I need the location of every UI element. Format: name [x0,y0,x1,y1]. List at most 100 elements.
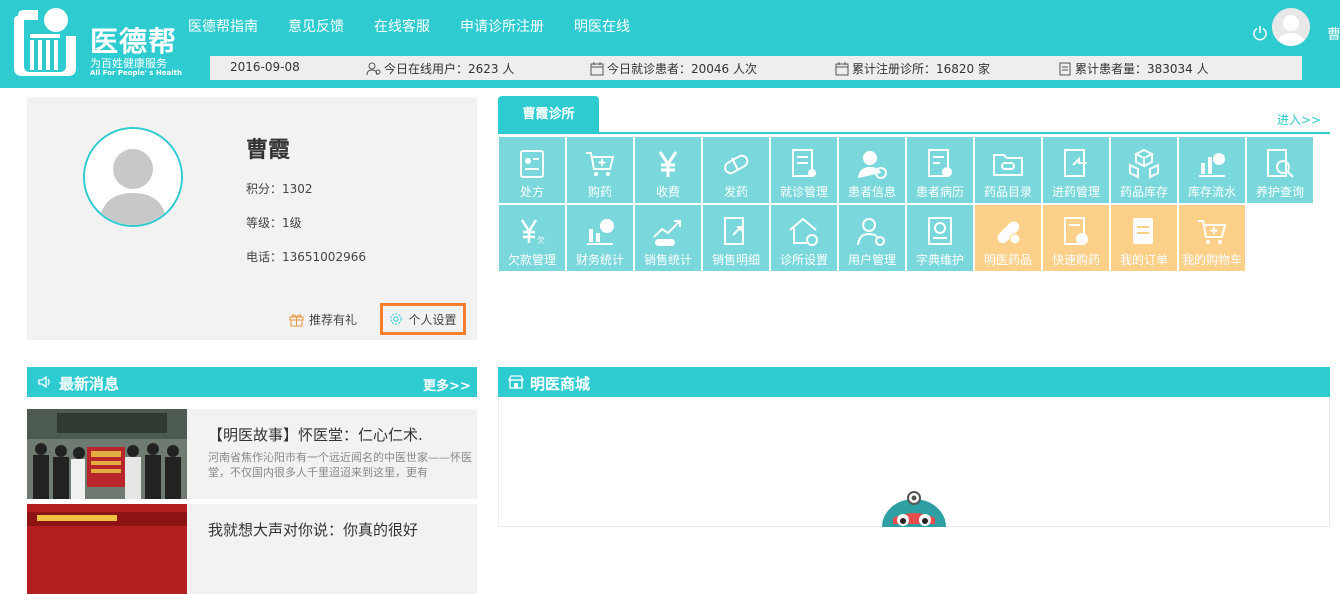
tile-pill[interactable]: 发药 [703,137,769,203]
news-more-link[interactable]: 更多>> [423,375,471,394]
tile-cart[interactable]: 购药 [567,137,633,203]
export-doc-icon [724,217,744,245]
tile-label: 销售统计 [643,253,692,267]
mascot-icon [882,491,946,527]
person-icon [1272,8,1310,46]
nav-feedback[interactable]: 意见反馈 [288,16,344,36]
stat-date: 2016-09-08 [230,60,300,74]
news-header: 最新消息 更多>> [27,367,477,397]
news-item-title[interactable]: 我就想大声对你说：你真的很好 [208,519,418,540]
tile-label: 库存流水 [1187,185,1236,199]
boxes-icon [1129,148,1159,179]
news-title: 最新消息 [59,375,120,393]
profile-name: 曹霞 [246,138,291,163]
stat-visits-today: 今日就诊患者：20046 人次 [590,60,757,77]
patients-total-text: 累计患者量：383034 人 [1075,62,1209,76]
tile-label: 药品目录 [983,185,1032,199]
tile-label: 进药管理 [1051,185,1100,199]
date-text: 2016-09-08 [230,60,300,74]
tile-label: 养护查询 [1255,185,1304,199]
tile-label: 字典维护 [915,253,964,267]
profile-points: 积分：1302 [246,182,313,196]
tile-search-doc[interactable]: 养护查询 [1247,137,1313,203]
tab-clinic[interactable]: 曹霞诊所 [498,96,599,133]
profile-avatar[interactable] [83,127,183,227]
stat-patients-total: 累计患者量：383034 人 [1058,60,1209,77]
cart-icon [586,152,615,176]
person-icon [85,129,181,225]
recommend-button[interactable]: 推荐有礼 [289,303,357,335]
news-item-title[interactable]: 【明医故事】怀医堂：仁心仁术. [208,424,423,445]
settings-button[interactable]: 个人设置 [380,303,466,335]
logo[interactable]: 医德帮 为百姓健康服务 All For People' s Health [10,6,190,82]
tile-yen[interactable]: 收费 [635,137,701,203]
tile-stock-in[interactable]: 进药管理 [1043,137,1109,203]
clinic-tab-line [498,132,1330,134]
tile-dictionary[interactable]: 字典维护 [907,205,973,271]
tile-label: 患者病历 [915,185,964,199]
clinic-enter-link[interactable]: 进入>> [1277,111,1321,128]
profile-phone: 电话：13651002966 [246,250,366,264]
cart-icon [1198,220,1227,244]
tile-label: 我的购物车 [1181,253,1242,267]
tile-label: 明医药品 [983,253,1032,267]
folder-icon [993,154,1023,176]
logo-title: 医德帮 [90,25,178,58]
tile-user-gear[interactable]: 用户管理 [839,205,905,271]
prescription-icon [520,150,544,178]
nav-guide[interactable]: 医德帮指南 [188,16,258,36]
tile-label: 患者信息 [847,185,896,199]
news-thumbnail[interactable] [27,504,187,594]
tile-quick-buy[interactable]: 快速购药 [1043,205,1109,271]
gift-icon [289,313,304,326]
list-item[interactable]: 【明医故事】怀医堂：仁心仁术. 河南省焦作沁阳市有一个远近闻名的中医世家——怀医… [27,409,477,499]
tile-debt[interactable]: 欠欠款管理 [499,205,565,271]
stat-online-users: 今日在线用户：2623 人 [366,60,514,77]
nav-support[interactable]: 在线客服 [374,16,430,36]
top-bar: 医德帮 为百姓健康服务 All For People' s Health 医德帮… [0,0,1340,88]
tile-label: 诊所设置 [779,253,828,267]
tile-boxes[interactable]: 药品库存 [1111,137,1177,203]
tile-patient[interactable]: 患者信息 [839,137,905,203]
tile-capsule[interactable]: 明医药品 [975,205,1041,271]
user-avatar[interactable] [1272,8,1310,46]
list-item[interactable]: 我就想大声对你说：你真的很好 [27,504,477,594]
tile-home-gear[interactable]: 诊所设置 [771,205,837,271]
profile-level: 等级：1级 [246,216,302,230]
tile-trend[interactable]: 销售统计 [635,205,701,271]
tile-export-doc[interactable]: 销售明细 [703,205,769,271]
tile-label: 我的订单 [1119,253,1168,267]
tile-order[interactable]: 我的订单 [1111,205,1177,271]
nav-register-clinic[interactable]: 申请诊所注册 [460,16,544,36]
tile-label: 销售明细 [711,253,760,267]
tile-label: 发药 [723,185,748,199]
tile-folder[interactable]: 药品目录 [975,137,1041,203]
speaker-icon [38,375,50,389]
power-icon[interactable] [1252,25,1268,41]
order-icon [1133,218,1153,244]
tile-prescription[interactable]: 处方 [499,137,565,203]
stock-in-icon [1064,149,1087,177]
user-gear-icon [857,218,885,246]
banner-photo-image [27,504,187,594]
nav-mingyi-online[interactable]: 明医在线 [574,16,630,36]
stat-clinics-total: 累计注册诊所：16820 家 [835,60,990,77]
document-icon [1059,62,1071,75]
calendar-icon [590,61,604,75]
tile-label: 快速购药 [1051,253,1100,267]
tile-record[interactable]: 患者病历 [907,137,973,203]
tile-finance[interactable]: 财务统计 [567,205,633,271]
tile-flow-chart[interactable]: 库存流水 [1179,137,1245,203]
tile-visit-doc[interactable]: 就诊管理 [771,137,837,203]
logo-english: All For People' s Health [90,69,182,77]
user-name[interactable]: 曹 [1327,24,1340,44]
news-thumbnail[interactable] [27,409,187,499]
yen-icon [658,151,678,177]
logo-mark-icon [14,8,76,76]
patient-icon [858,151,887,179]
mall-body [498,398,1330,527]
tile-label: 欠款管理 [507,253,556,267]
stats-bar: 2016-09-08 今日在线用户：2623 人 今日就诊患者：20046 人次… [210,56,1302,80]
capsule-icon [997,221,1021,245]
tile-cart[interactable]: 我的购物车 [1179,205,1245,271]
